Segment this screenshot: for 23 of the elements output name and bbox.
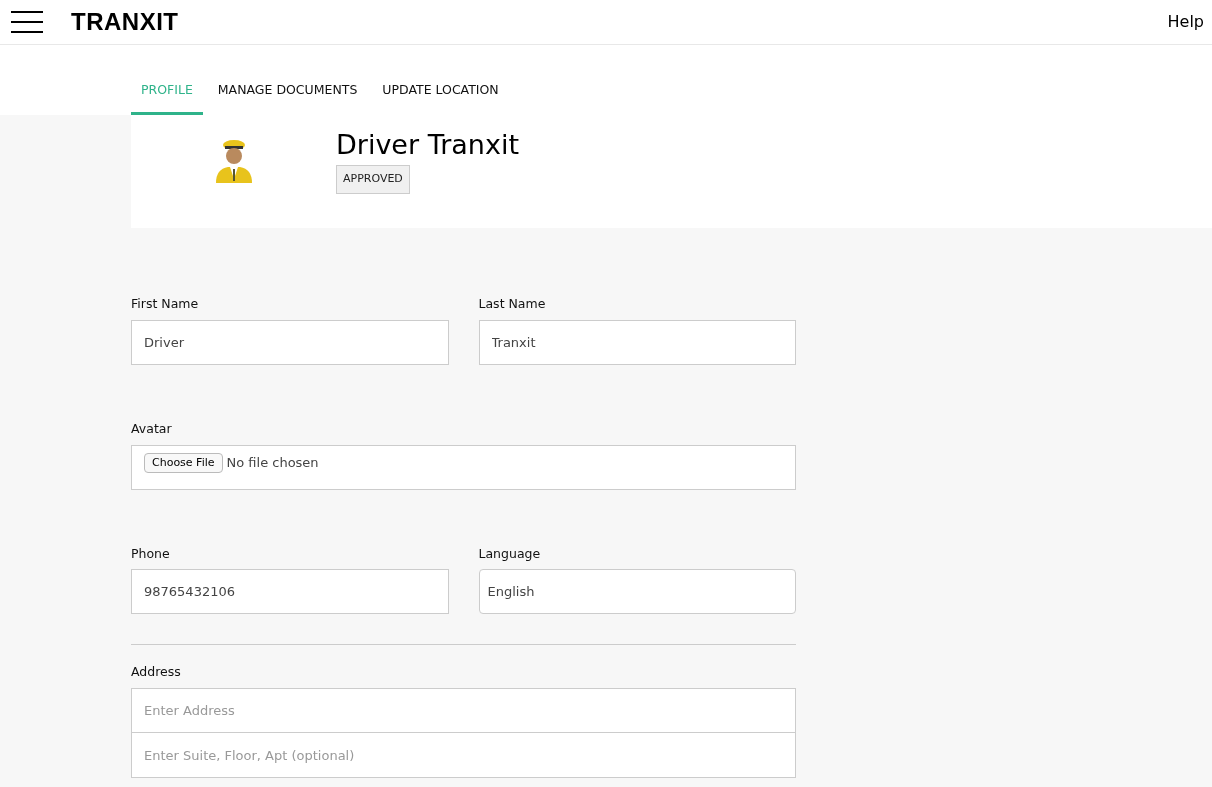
driver-avatar-icon: [213, 139, 254, 183]
address-field[interactable]: Enter Address: [131, 688, 796, 733]
last-name-label: Last Name: [478, 295, 547, 313]
driver-name: Driver Tranxit: [336, 129, 519, 162]
phone-label: Phone: [131, 544, 171, 563]
language-label: Language: [478, 544, 542, 563]
address-field[interactable]: Enter Suite, Floor, Apt (optional): [131, 733, 796, 778]
tab[interactable]: UPDATE LOCATION: [372, 81, 509, 115]
file-status: No file chosen: [226, 453, 319, 472]
language-select[interactable]: English: [478, 569, 796, 615]
last-name-field[interactable]: Tranxit: [478, 319, 796, 365]
status-label: APPROVED: [336, 165, 410, 194]
tab[interactable]: MANAGE DOCUMENTS: [207, 81, 368, 115]
help-link[interactable]: Help: [1167, 10, 1204, 34]
avatar-label: Avatar: [131, 419, 173, 438]
avatar-file-field[interactable]: Choose File No file chosen: [131, 444, 796, 490]
first-name-label: First Name: [131, 295, 200, 313]
phone-field[interactable]: 98765432106: [131, 569, 449, 615]
menu-icon[interactable]: [11, 10, 43, 34]
first-name-field[interactable]: Driver: [131, 319, 449, 365]
brand-logo[interactable]: TRANXIT: [71, 4, 179, 40]
choose-file-button[interactable]: Choose File: [144, 452, 223, 473]
address-label: Address: [131, 663, 182, 682]
